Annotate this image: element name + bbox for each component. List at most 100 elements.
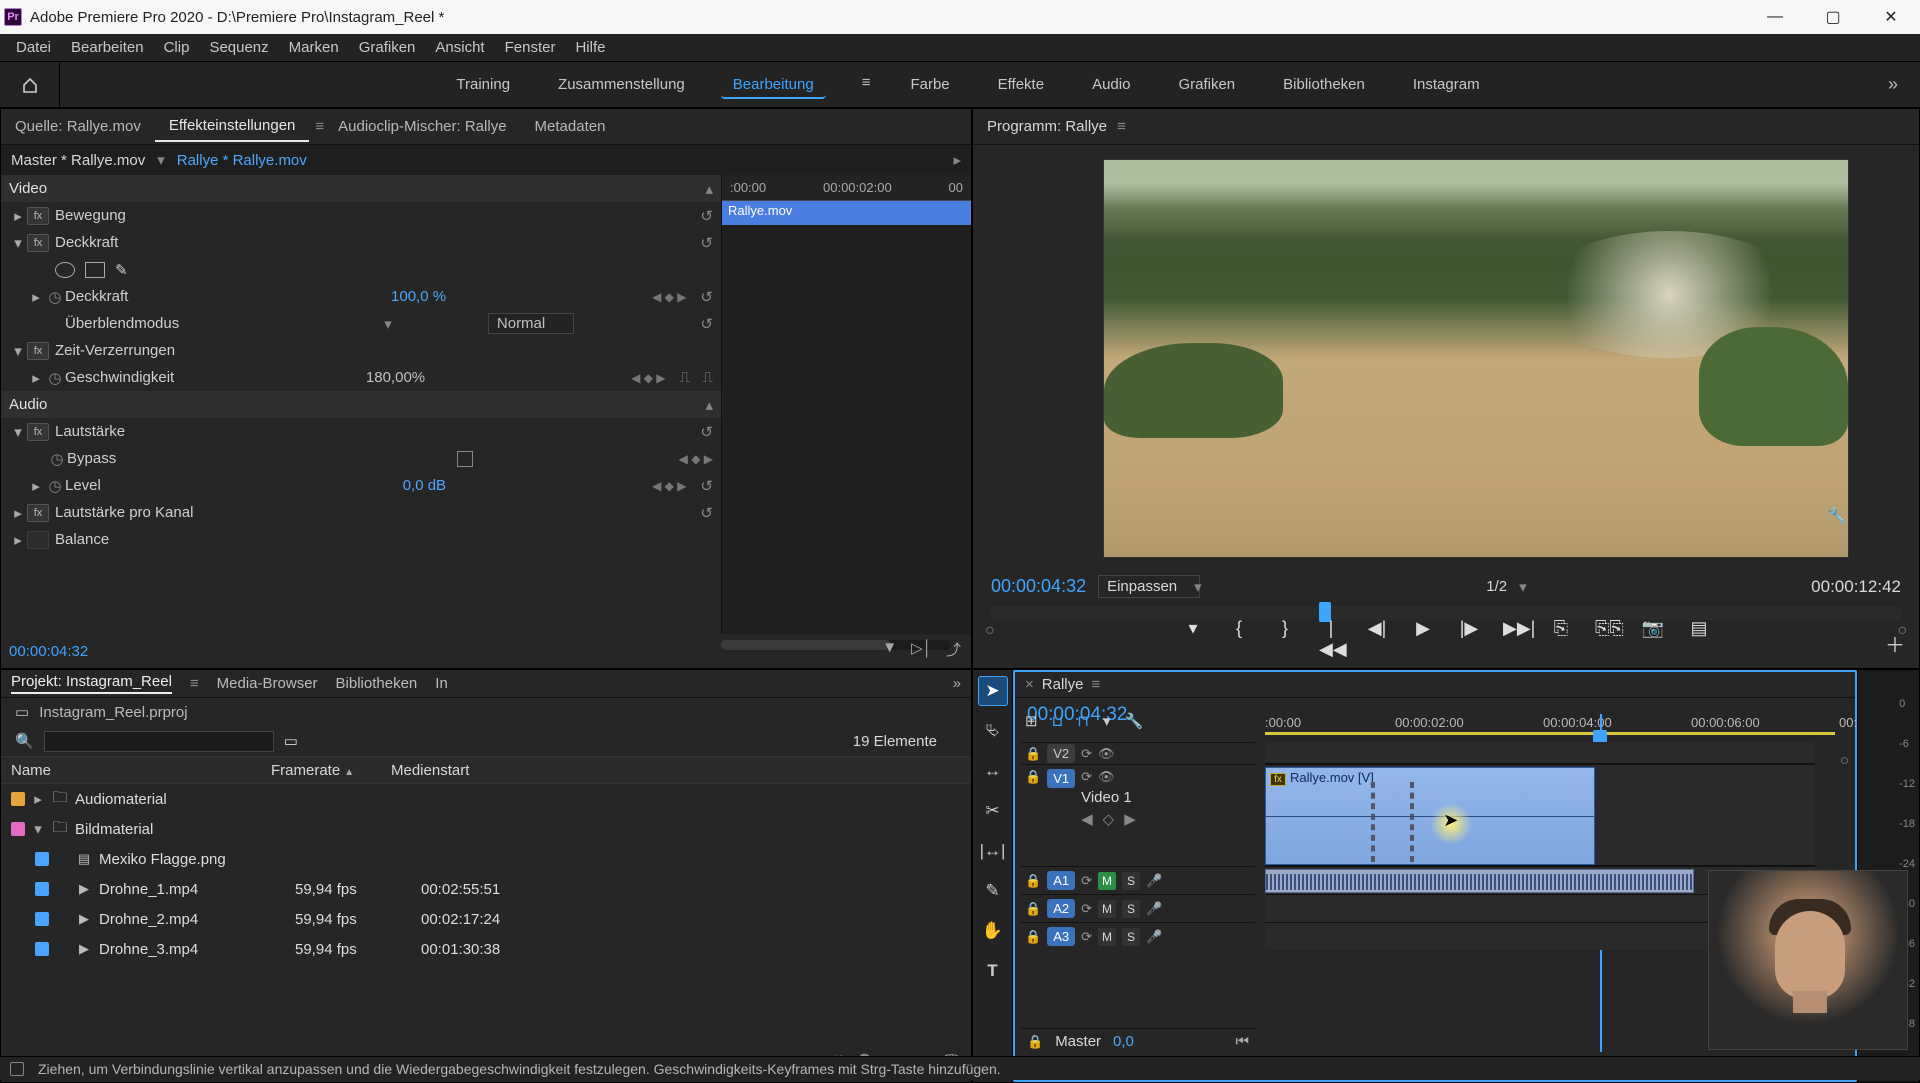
tab-in[interactable]: In xyxy=(435,675,448,692)
tool-slip[interactable]: |↔| xyxy=(978,836,1008,866)
mask-ellipse-icon[interactable] xyxy=(55,262,75,278)
tool-selection[interactable]: ➤ xyxy=(978,676,1008,706)
loop-icon[interactable]: ▷│ xyxy=(911,639,932,660)
track-a3-toggle[interactable]: A3 xyxy=(1047,927,1075,946)
add-marker-button[interactable]: ▾ xyxy=(1181,618,1205,660)
effect-motion[interactable]: Bewegung xyxy=(55,207,126,224)
menu-clip[interactable]: Clip xyxy=(154,37,200,58)
prop-bypass[interactable]: Bypass xyxy=(67,450,116,467)
nest-icon[interactable]: ⊞ xyxy=(1025,712,1038,730)
tool-razor[interactable]: ✂ xyxy=(978,796,1008,826)
menu-sequence[interactable]: Sequenz xyxy=(199,37,278,58)
prop-speed[interactable]: Geschwindigkeit xyxy=(65,369,174,386)
effect-volume-per-channel[interactable]: Lautstärke pro Kanal xyxy=(55,504,193,521)
vertical-zoom-handle[interactable]: ○ xyxy=(1840,752,1849,769)
tool-track-select[interactable]: ⮱ xyxy=(978,716,1008,746)
menu-edit[interactable]: Bearbeiten xyxy=(61,37,154,58)
window-close-button[interactable]: ✕ xyxy=(1862,0,1920,34)
step-forward-button[interactable]: |▶ xyxy=(1457,618,1481,660)
column-name[interactable]: Name xyxy=(11,762,271,779)
program-tab[interactable]: Programm: Rallye xyxy=(987,118,1107,135)
prop-level[interactable]: Level xyxy=(65,477,101,494)
new-bin-icon[interactable]: ▭ xyxy=(284,732,298,750)
sequence-clip-link[interactable]: Rallye * Rallye.mov xyxy=(177,152,307,169)
project-search-input[interactable] xyxy=(44,731,274,752)
effect-time-remap[interactable]: Zeit-Verzerrungen xyxy=(55,342,175,359)
tool-ripple-edit[interactable]: ↔ xyxy=(978,756,1008,786)
list-item[interactable]: ▶Drohne_1.mp459,94 fps00:02:55:51 xyxy=(1,874,971,904)
snap-icon[interactable]: ⊔ xyxy=(1052,712,1064,730)
effect-controls-timecode[interactable]: 00:00:04:32 xyxy=(9,643,88,660)
menu-markers[interactable]: Marken xyxy=(279,37,349,58)
effect-opacity[interactable]: Deckkraft xyxy=(55,234,118,251)
workspace-tab-assembly[interactable]: Zusammenstellung xyxy=(546,70,697,99)
workspace-tab-training[interactable]: Training xyxy=(444,70,522,99)
window-minimize-button[interactable]: — xyxy=(1746,0,1804,34)
effect-balance[interactable]: Balance xyxy=(55,531,109,548)
program-zoom-select[interactable]: 1/2 xyxy=(1486,578,1507,595)
workspace-tab-audio[interactable]: Audio xyxy=(1080,70,1142,99)
track-a1-toggle[interactable]: A1 xyxy=(1047,871,1075,890)
list-item[interactable]: ▾🗀Bildmaterial xyxy=(1,814,971,844)
markers-icon[interactable]: ▾ xyxy=(1103,712,1111,730)
master-value[interactable]: 0,0 xyxy=(1113,1033,1134,1050)
speed-value[interactable]: 180,00% xyxy=(366,369,625,386)
list-item[interactable]: ▶Drohne_3.mp459,94 fps00:01:30:38 xyxy=(1,934,971,964)
list-item[interactable]: ▶Drohne_2.mp459,94 fps00:02:17:24 xyxy=(1,904,971,934)
sequence-tab[interactable]: Rallye xyxy=(1042,676,1084,693)
menu-window[interactable]: Fenster xyxy=(495,37,566,58)
tab-metadata[interactable]: Metadaten xyxy=(521,112,620,141)
filter-icon[interactable]: ▼ xyxy=(882,639,897,660)
track-a2-toggle[interactable]: A2 xyxy=(1047,899,1075,918)
mask-rect-icon[interactable] xyxy=(85,262,105,278)
workspace-tab-instagram[interactable]: Instagram xyxy=(1401,70,1492,99)
reset-icon[interactable]: ↺ xyxy=(700,288,713,306)
tab-audio-mixer[interactable]: Audioclip-Mischer: Rallye xyxy=(324,112,520,141)
effect-mini-timeline[interactable]: :00:00 00:00:02:00 00 Rallye.mov xyxy=(721,175,971,634)
reset-motion-icon[interactable]: ↺ xyxy=(700,207,713,225)
play-button[interactable]: ▶ xyxy=(1411,618,1435,660)
workspace-tab-libraries[interactable]: Bibliotheken xyxy=(1271,70,1377,99)
effect-volume[interactable]: Lautstärke xyxy=(55,423,125,440)
solo-a1[interactable]: S xyxy=(1122,872,1140,890)
menu-view[interactable]: Ansicht xyxy=(425,37,494,58)
program-timecode[interactable]: 00:00:04:32 xyxy=(991,576,1086,597)
panel-menu-icon[interactable]: ≡ xyxy=(1117,118,1126,135)
workspace-overflow-button[interactable]: » xyxy=(1884,70,1902,99)
prop-opacity[interactable]: Deckkraft xyxy=(65,288,128,305)
button-editor-plus[interactable]: ＋ xyxy=(1885,629,1905,658)
go-to-out-button[interactable]: ▶▶| xyxy=(1503,618,1527,660)
program-fit-select[interactable]: Einpassen xyxy=(1098,575,1200,598)
bypass-checkbox[interactable] xyxy=(457,451,473,467)
mark-out-button[interactable]: } xyxy=(1273,618,1297,660)
home-button[interactable] xyxy=(0,62,60,108)
comparison-view-button[interactable]: ▤ xyxy=(1687,618,1711,660)
window-maximize-button[interactable]: ▢ xyxy=(1804,0,1862,34)
wrench-icon[interactable]: 🔧 xyxy=(1125,712,1144,730)
mask-pen-icon[interactable]: ✎ xyxy=(115,261,128,279)
track-v1-toggle[interactable]: V1 xyxy=(1047,769,1075,788)
program-video-view[interactable] xyxy=(1103,159,1849,558)
tab-source[interactable]: Quelle: Rallye.mov xyxy=(1,112,155,141)
mark-in-button[interactable]: { xyxy=(1227,618,1251,660)
tool-pen[interactable]: ✎ xyxy=(978,876,1008,906)
menu-file[interactable]: Datei xyxy=(6,37,61,58)
workspace-tab-graphics[interactable]: Grafiken xyxy=(1166,70,1247,99)
extract-button[interactable]: ⎘⎘ xyxy=(1595,618,1619,660)
reset-opacity-icon[interactable]: ↺ xyxy=(700,234,713,252)
voiceover-icon[interactable]: 🎤 xyxy=(1146,873,1162,889)
tab-media-browser[interactable]: Media-Browser xyxy=(217,675,318,692)
tool-type[interactable]: T xyxy=(978,956,1008,986)
tab-libraries[interactable]: Bibliotheken xyxy=(336,675,418,692)
opacity-value[interactable]: 100,0 % xyxy=(391,288,646,305)
monitor-settings-icon[interactable]: 🔧 xyxy=(1827,506,1847,526)
tool-hand[interactable]: ✋ xyxy=(978,916,1008,946)
export-frame-icon[interactable]: ⤴ xyxy=(946,639,961,660)
timeline-clip[interactable]: fxRallye.mov [V] ➤ xyxy=(1265,767,1595,865)
mini-timeline-play-icon[interactable]: ▸ xyxy=(953,151,961,169)
video-track-1[interactable]: fxRallye.mov [V] ➤ xyxy=(1265,764,1815,866)
level-value[interactable]: 0,0 dB xyxy=(403,477,646,494)
tab-project[interactable]: Projekt: Instagram_Reel xyxy=(11,673,172,694)
timeline-ruler[interactable]: :00:00 00:00:02:00 00:00:04:00 00:00:06:… xyxy=(1265,712,1815,734)
workspace-tab-editing[interactable]: Bearbeitung xyxy=(721,70,826,99)
